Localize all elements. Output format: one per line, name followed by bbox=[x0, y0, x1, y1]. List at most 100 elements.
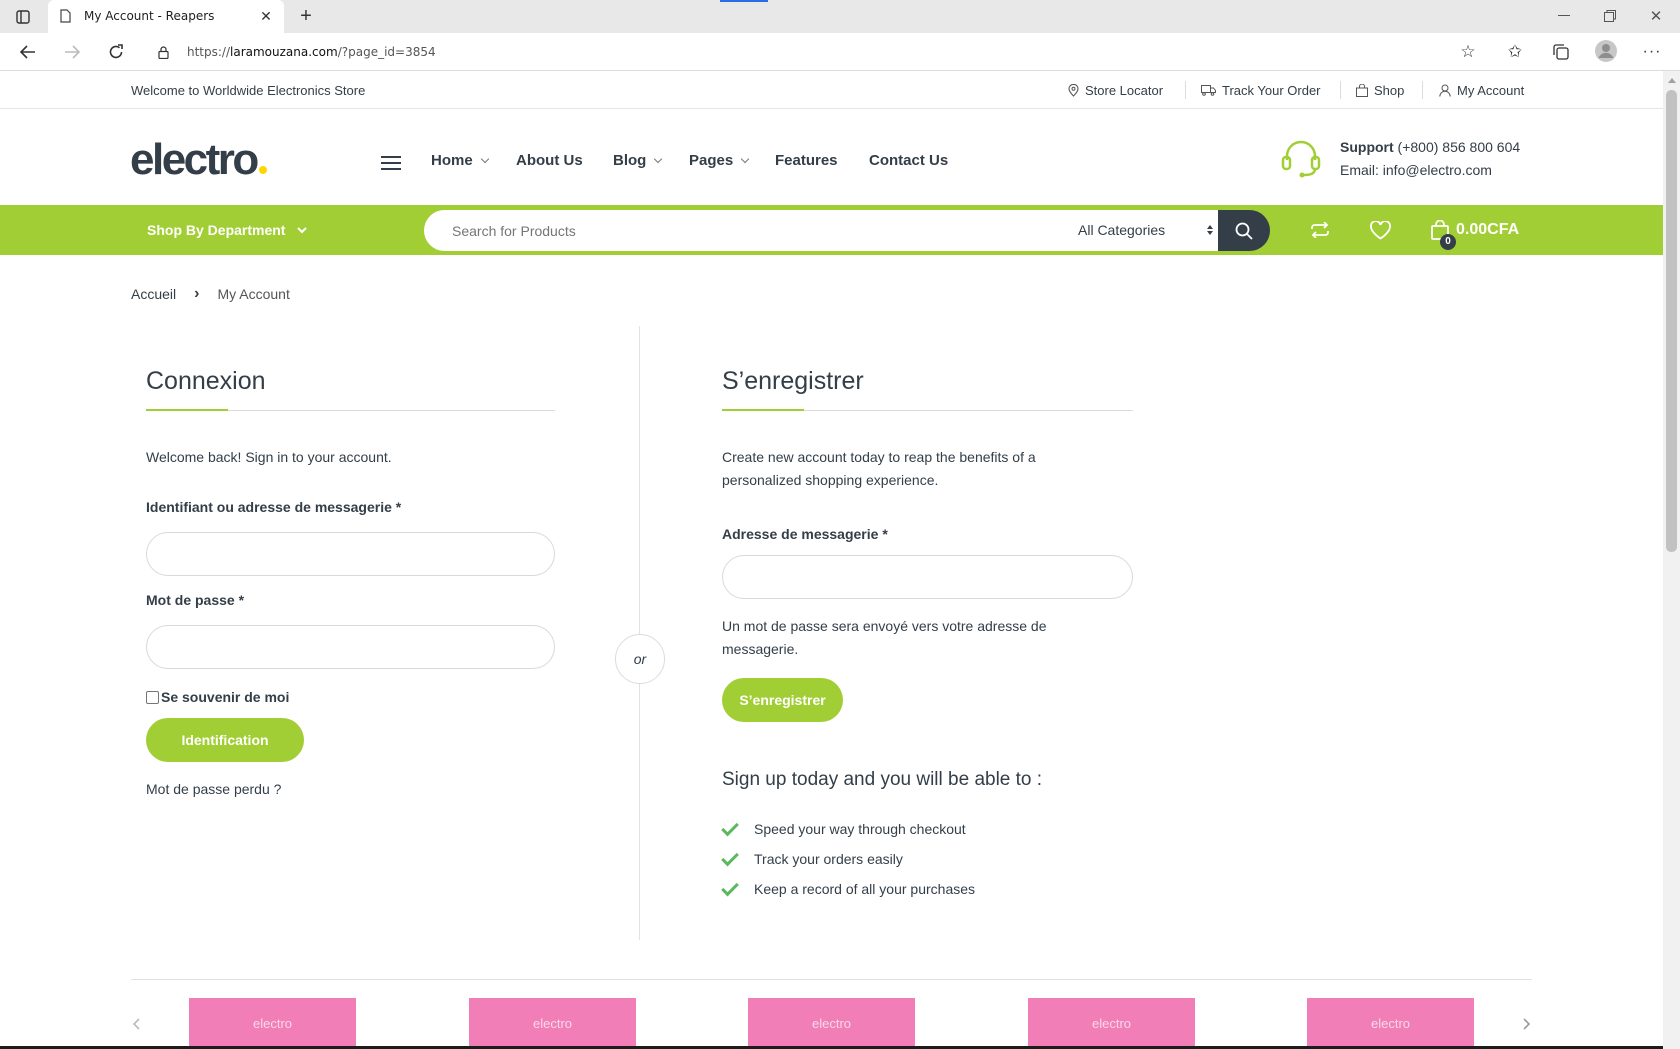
brand-logo-tile[interactable]: electro bbox=[189, 998, 356, 1049]
nav-home-label: Home bbox=[431, 152, 473, 169]
back-icon[interactable] bbox=[17, 41, 39, 63]
brand-logo-text: electro bbox=[1370, 1016, 1411, 1031]
page-icon bbox=[58, 8, 72, 24]
brand-logo-tile[interactable]: electro bbox=[1307, 998, 1474, 1049]
nav-home[interactable]: Home bbox=[431, 152, 489, 169]
benefit-item: Track your orders easily bbox=[721, 848, 903, 867]
store-locator-link[interactable]: Store Locator bbox=[1068, 83, 1163, 98]
nav-pages-label: Pages bbox=[689, 152, 734, 169]
password-label: Mot de passe * bbox=[146, 592, 245, 608]
nav-about[interactable]: About Us bbox=[516, 152, 583, 169]
compare-icon[interactable] bbox=[1308, 218, 1332, 242]
minimize-icon[interactable] bbox=[1554, 6, 1574, 26]
more-menu-icon[interactable]: ··· bbox=[1641, 41, 1663, 63]
breadcrumb-separator: › bbox=[194, 285, 200, 302]
url-path: /?page_id=3854 bbox=[337, 45, 436, 59]
username-input[interactable] bbox=[146, 532, 555, 576]
search-button[interactable] bbox=[1218, 210, 1270, 251]
close-tab-icon[interactable]: ✕ bbox=[258, 8, 274, 24]
nav-about-label: About Us bbox=[516, 152, 583, 169]
url-prefix: https:// bbox=[187, 45, 231, 59]
tab-title: My Account - Reapers bbox=[84, 9, 215, 23]
divider bbox=[1340, 81, 1341, 99]
register-submit-button[interactable]: S’enregistrer bbox=[722, 678, 843, 722]
login-submit-button[interactable]: Identification bbox=[146, 718, 304, 762]
login-intro: Welcome back! Sign in to your account. bbox=[146, 449, 392, 465]
brand-logo-text: electro bbox=[252, 1016, 293, 1031]
map-pin-icon bbox=[1068, 84, 1079, 97]
my-account-link[interactable]: My Account bbox=[1439, 83, 1524, 98]
scrollbar-thumb[interactable] bbox=[1666, 90, 1677, 552]
department-label: Shop By Department bbox=[147, 222, 286, 238]
scroll-up-icon[interactable] bbox=[1665, 74, 1678, 86]
track-order-label: Track Your Order bbox=[1222, 83, 1321, 98]
add-favorite-icon[interactable]: ☆ bbox=[1457, 41, 1479, 63]
username-label: Identifiant ou adresse de messagerie * bbox=[146, 499, 402, 515]
store-locator-label: Store Locator bbox=[1085, 83, 1164, 98]
hamburger-menu-icon[interactable] bbox=[380, 153, 402, 173]
benefit-text: Speed your way through checkout bbox=[754, 821, 966, 837]
browser-tabbar: My Account - Reapers ✕ + ✕ bbox=[0, 0, 1680, 33]
register-email-label: Adresse de messagerie * bbox=[722, 526, 888, 542]
brand-logo-text: electro bbox=[532, 1016, 573, 1031]
search-box: All Categories bbox=[424, 210, 1218, 251]
restore-icon[interactable] bbox=[1600, 6, 1620, 26]
benefits-title: Sign up today and you will be able to : bbox=[722, 769, 1043, 790]
nav-blog[interactable]: Blog bbox=[613, 152, 663, 169]
brand-logo-tile[interactable]: electro bbox=[748, 998, 915, 1049]
check-icon bbox=[721, 878, 739, 896]
password-note-line2: messagerie. bbox=[722, 641, 799, 657]
lost-password-link[interactable]: Mot de passe perdu ? bbox=[146, 781, 281, 797]
url-text[interactable]: https://laramouzana.com/?page_id=3854 bbox=[187, 45, 436, 59]
brands-divider bbox=[131, 979, 1532, 980]
wishlist-heart-icon[interactable] bbox=[1368, 218, 1392, 242]
tab-actions-icon[interactable] bbox=[14, 8, 32, 26]
new-tab-icon[interactable]: + bbox=[295, 5, 317, 27]
category-select-value: All Categories bbox=[1078, 222, 1166, 238]
remember-me-checkbox[interactable] bbox=[146, 690, 159, 704]
login-title-accent bbox=[146, 409, 228, 411]
password-input[interactable] bbox=[146, 625, 555, 669]
benefit-item: Speed your way through checkout bbox=[721, 818, 966, 837]
cart-total: 0.00CFA bbox=[1456, 221, 1520, 238]
remember-me-label: Se souvenir de moi bbox=[161, 689, 290, 705]
nav-features[interactable]: Features bbox=[775, 152, 838, 169]
search-icon bbox=[1235, 222, 1253, 240]
carousel-next-icon[interactable] bbox=[1519, 1016, 1535, 1032]
collections-icon[interactable] bbox=[1550, 41, 1572, 63]
support-label: Support bbox=[1340, 139, 1394, 155]
benefit-item: Keep a record of all your purchases bbox=[721, 878, 976, 897]
site-logo[interactable]: electro bbox=[130, 135, 267, 185]
category-select[interactable]: All Categories bbox=[1078, 222, 1214, 238]
search-input[interactable] bbox=[452, 218, 1032, 243]
track-order-link[interactable]: Track Your Order bbox=[1201, 83, 1321, 98]
brand-logo-tile[interactable]: electro bbox=[469, 998, 636, 1049]
password-note: Un mot de passe sera envoyé vers votre a… bbox=[722, 615, 1047, 661]
breadcrumb-home[interactable]: Accueil bbox=[131, 286, 176, 302]
shop-link[interactable]: Shop bbox=[1356, 83, 1404, 98]
profile-avatar-icon[interactable] bbox=[1594, 39, 1618, 63]
support-phone: (+800) 856 800 604 bbox=[1397, 139, 1521, 155]
my-account-label: My Account bbox=[1457, 83, 1525, 98]
chevron-down-icon bbox=[654, 154, 663, 164]
select-arrows-icon bbox=[1207, 225, 1213, 235]
register-email-input[interactable] bbox=[722, 555, 1133, 599]
favorites-icon[interactable]: ✩ bbox=[1504, 41, 1526, 63]
shop-by-department-button[interactable]: Shop By Department bbox=[147, 222, 308, 238]
nav-pages[interactable]: Pages bbox=[689, 152, 750, 169]
register-title-accent bbox=[722, 409, 804, 411]
nav-contact[interactable]: Contact Us bbox=[869, 152, 948, 169]
cart-button[interactable]: 0 0.00CFA bbox=[1430, 216, 1530, 250]
close-window-icon[interactable]: ✕ bbox=[1646, 6, 1666, 26]
logo-dot bbox=[258, 166, 267, 174]
lock-icon[interactable] bbox=[156, 44, 170, 60]
carousel-prev-icon[interactable] bbox=[128, 1016, 144, 1032]
headset-icon bbox=[1279, 137, 1323, 179]
benefit-text: Keep a record of all your purchases bbox=[754, 881, 976, 897]
register-title: S’enregistrer bbox=[722, 367, 864, 395]
address-bar[interactable]: https://laramouzana.com/?page_id=3854 bbox=[142, 37, 1482, 67]
brand-logo-tile[interactable]: electro bbox=[1028, 998, 1195, 1049]
browser-tab[interactable]: My Account - Reapers ✕ bbox=[48, 0, 284, 33]
divider bbox=[1422, 81, 1423, 99]
reload-icon[interactable] bbox=[105, 41, 127, 63]
